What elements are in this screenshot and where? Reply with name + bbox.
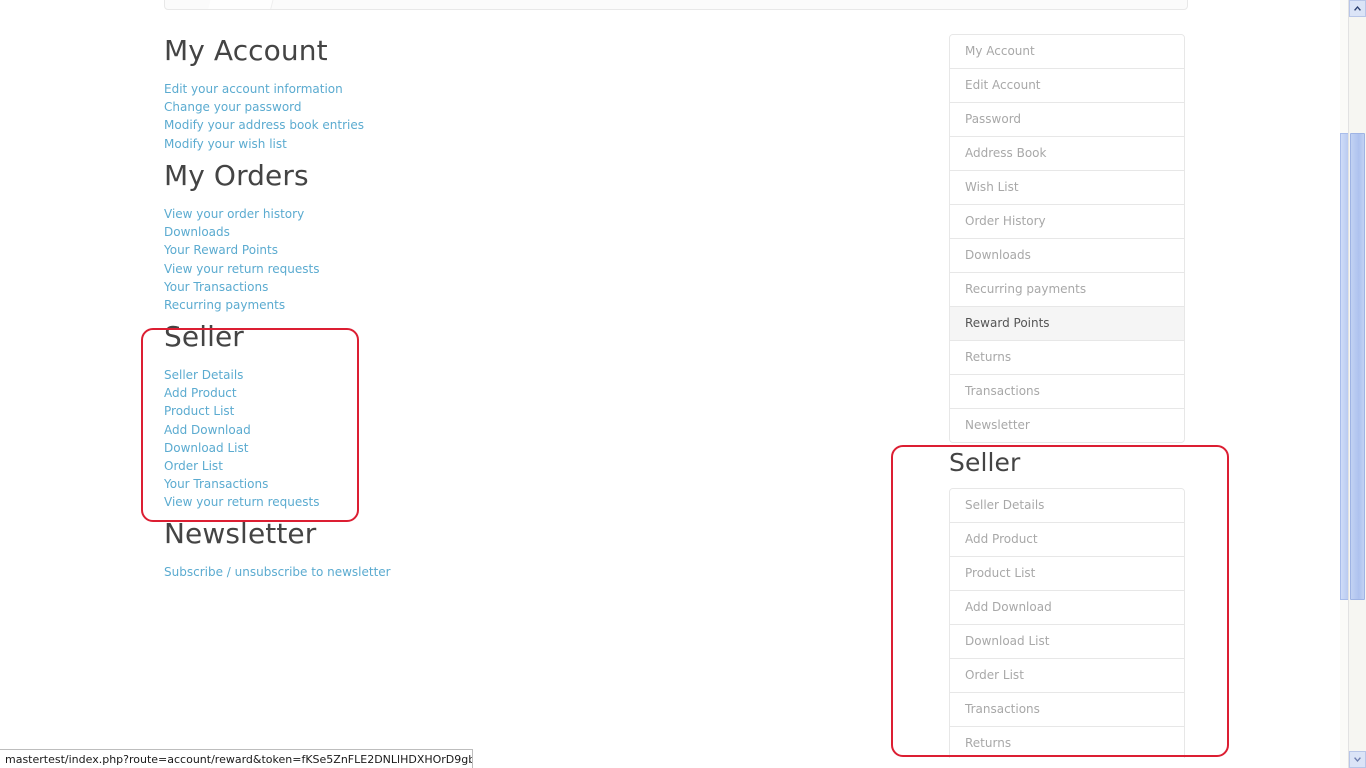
sidebar-item-seller-transactions[interactable]: Transactions xyxy=(950,693,1184,727)
sidebar-item-wish-list[interactable]: Wish List xyxy=(950,171,1184,205)
sidebar-item-seller-returns[interactable]: Returns xyxy=(950,727,1184,758)
heading-seller-sidebar: Seller xyxy=(949,448,1021,477)
list-item: Your Transactions xyxy=(164,278,319,296)
sidebar-item-add-product[interactable]: Add Product xyxy=(950,523,1184,557)
link-seller-details[interactable]: Seller Details xyxy=(164,366,319,384)
account-sidebar: My Account Edit Account Password Address… xyxy=(949,34,1185,443)
list-item: Add Product xyxy=(164,384,319,402)
sidebar-item-download-list[interactable]: Download List xyxy=(950,625,1184,659)
section-my-account: My Account Edit your account information… xyxy=(164,34,364,153)
section-newsletter: Newsletter Subscribe / unsubscribe to ne… xyxy=(164,517,391,581)
link-reward-points[interactable]: Your Reward Points xyxy=(164,241,319,259)
list-item: Download List xyxy=(164,439,319,457)
link-subscribe-newsletter[interactable]: Subscribe / unsubscribe to newsletter xyxy=(164,563,391,581)
link-your-transactions[interactable]: Your Transactions xyxy=(164,278,319,296)
link-list-newsletter: Subscribe / unsubscribe to newsletter xyxy=(164,563,391,581)
list-item: Downloads xyxy=(164,223,319,241)
scroll-down-button[interactable] xyxy=(1349,751,1366,768)
list-item: Your Transactions xyxy=(164,475,319,493)
sidebar-item-order-list[interactable]: Order List xyxy=(950,659,1184,693)
sidebar-item-password[interactable]: Password xyxy=(950,103,1184,137)
sidebar-item-edit-account[interactable]: Edit Account xyxy=(950,69,1184,103)
clipped-top-panel: Account xyxy=(164,0,1188,10)
sidebar-item-seller-details[interactable]: Seller Details xyxy=(950,489,1184,523)
browser-viewport: Account My Account Edit your account inf… xyxy=(0,0,1366,768)
chevron-down-icon xyxy=(1354,757,1361,762)
seller-list-clip: Seller Details Add Product Product List … xyxy=(949,488,1185,758)
list-item: View your return requests xyxy=(164,493,319,511)
list-item: Recurring payments xyxy=(164,296,319,314)
chevron-up-icon xyxy=(1354,6,1361,11)
link-add-product[interactable]: Add Product xyxy=(164,384,319,402)
link-list-my-orders: View your order history Downloads Your R… xyxy=(164,205,319,314)
link-order-list[interactable]: Order List xyxy=(164,457,319,475)
sidebar-item-newsletter[interactable]: Newsletter xyxy=(950,409,1184,442)
list-item: View your return requests xyxy=(164,260,319,278)
scroll-up-button[interactable] xyxy=(1349,0,1366,17)
link-recurring-payments[interactable]: Recurring payments xyxy=(164,296,319,314)
link-change-password[interactable]: Change your password xyxy=(164,98,364,116)
list-item: Order List xyxy=(164,457,319,475)
heading-my-account: My Account xyxy=(164,34,328,67)
sidebar-item-product-list[interactable]: Product List xyxy=(950,557,1184,591)
link-list-my-account: Edit your account information Change you… xyxy=(164,80,364,153)
list-item: View your order history xyxy=(164,205,319,223)
heading-seller: Seller xyxy=(164,320,244,353)
link-order-history[interactable]: View your order history xyxy=(164,205,319,223)
list-item: Your Reward Points xyxy=(164,241,319,259)
list-item: Change your password xyxy=(164,98,364,116)
sidebar-item-reward-points[interactable]: Reward Points xyxy=(950,307,1184,341)
clipped-top-text: Account xyxy=(175,0,219,2)
sidebar-item-returns[interactable]: Returns xyxy=(950,341,1184,375)
sidebar-item-order-history[interactable]: Order History xyxy=(950,205,1184,239)
status-bar-url: mastertest/index.php?route=account/rewar… xyxy=(0,749,473,768)
link-add-download[interactable]: Add Download xyxy=(164,421,319,439)
account-list-group: My Account Edit Account Password Address… xyxy=(949,34,1185,443)
list-item: Subscribe / unsubscribe to newsletter xyxy=(164,563,391,581)
list-item: Product List xyxy=(164,402,319,420)
list-item: Modify your address book entries xyxy=(164,116,364,134)
heading-my-orders: My Orders xyxy=(164,159,309,192)
list-item: Edit your account information xyxy=(164,80,364,98)
sidebar-item-my-account[interactable]: My Account xyxy=(950,35,1184,69)
link-edit-account-information[interactable]: Edit your account information xyxy=(164,80,364,98)
link-modify-wish-list[interactable]: Modify your wish list xyxy=(164,135,364,153)
seller-sidebar: Seller Seller Details Add Product Produc… xyxy=(949,448,1185,758)
link-downloads[interactable]: Downloads xyxy=(164,223,319,241)
link-modify-address-book[interactable]: Modify your address book entries xyxy=(164,116,364,134)
heading-newsletter: Newsletter xyxy=(164,517,317,550)
sidebar-item-recurring-payments[interactable]: Recurring payments xyxy=(950,273,1184,307)
sidebar-item-address-book[interactable]: Address Book xyxy=(950,137,1184,171)
section-my-orders: My Orders View your order history Downlo… xyxy=(164,159,319,314)
link-seller-return-requests[interactable]: View your return requests xyxy=(164,493,319,511)
outer-scrollbar-thumb[interactable] xyxy=(1350,133,1365,600)
link-download-list[interactable]: Download List xyxy=(164,439,319,457)
list-item: Seller Details xyxy=(164,366,319,384)
link-list-seller: Seller Details Add Product Product List … xyxy=(164,366,319,512)
seller-list-group: Seller Details Add Product Product List … xyxy=(949,488,1185,758)
outer-scrollbar-track[interactable] xyxy=(1348,0,1366,768)
link-seller-transactions[interactable]: Your Transactions xyxy=(164,475,319,493)
section-seller: Seller Seller Details Add Product Produc… xyxy=(164,320,319,512)
sidebar-item-transactions[interactable]: Transactions xyxy=(950,375,1184,409)
sidebar-item-add-download[interactable]: Add Download xyxy=(950,591,1184,625)
link-return-requests[interactable]: View your return requests xyxy=(164,260,319,278)
link-product-list[interactable]: Product List xyxy=(164,402,319,420)
list-item: Modify your wish list xyxy=(164,135,364,153)
sidebar-item-downloads[interactable]: Downloads xyxy=(950,239,1184,273)
list-item: Add Download xyxy=(164,421,319,439)
